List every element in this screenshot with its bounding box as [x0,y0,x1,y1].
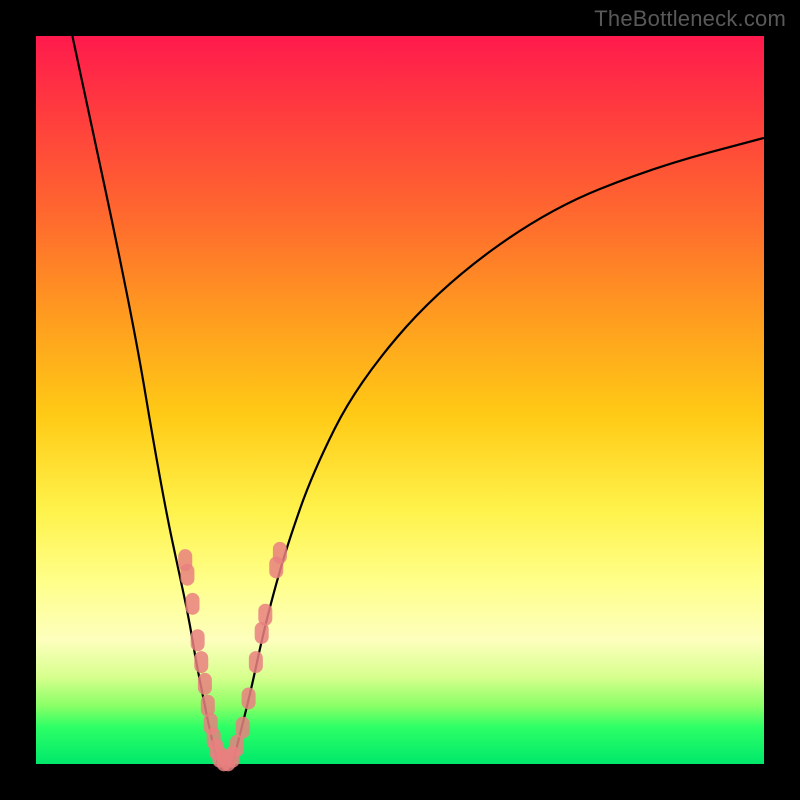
data-marker [198,673,212,695]
data-marker [194,651,208,673]
chart-frame: TheBottleneck.com [0,0,800,800]
data-marker [186,593,200,615]
data-marker [236,717,250,739]
data-marker [258,604,272,626]
data-marker [242,687,256,709]
data-marker [249,651,263,673]
plot-area [36,36,764,764]
curve-right [233,138,764,764]
data-marker [180,564,194,586]
data-marker [273,542,287,564]
data-marker [191,629,205,651]
data-markers [178,542,287,771]
watermark-text: TheBottleneck.com [594,6,786,32]
curve-layer [36,36,764,764]
